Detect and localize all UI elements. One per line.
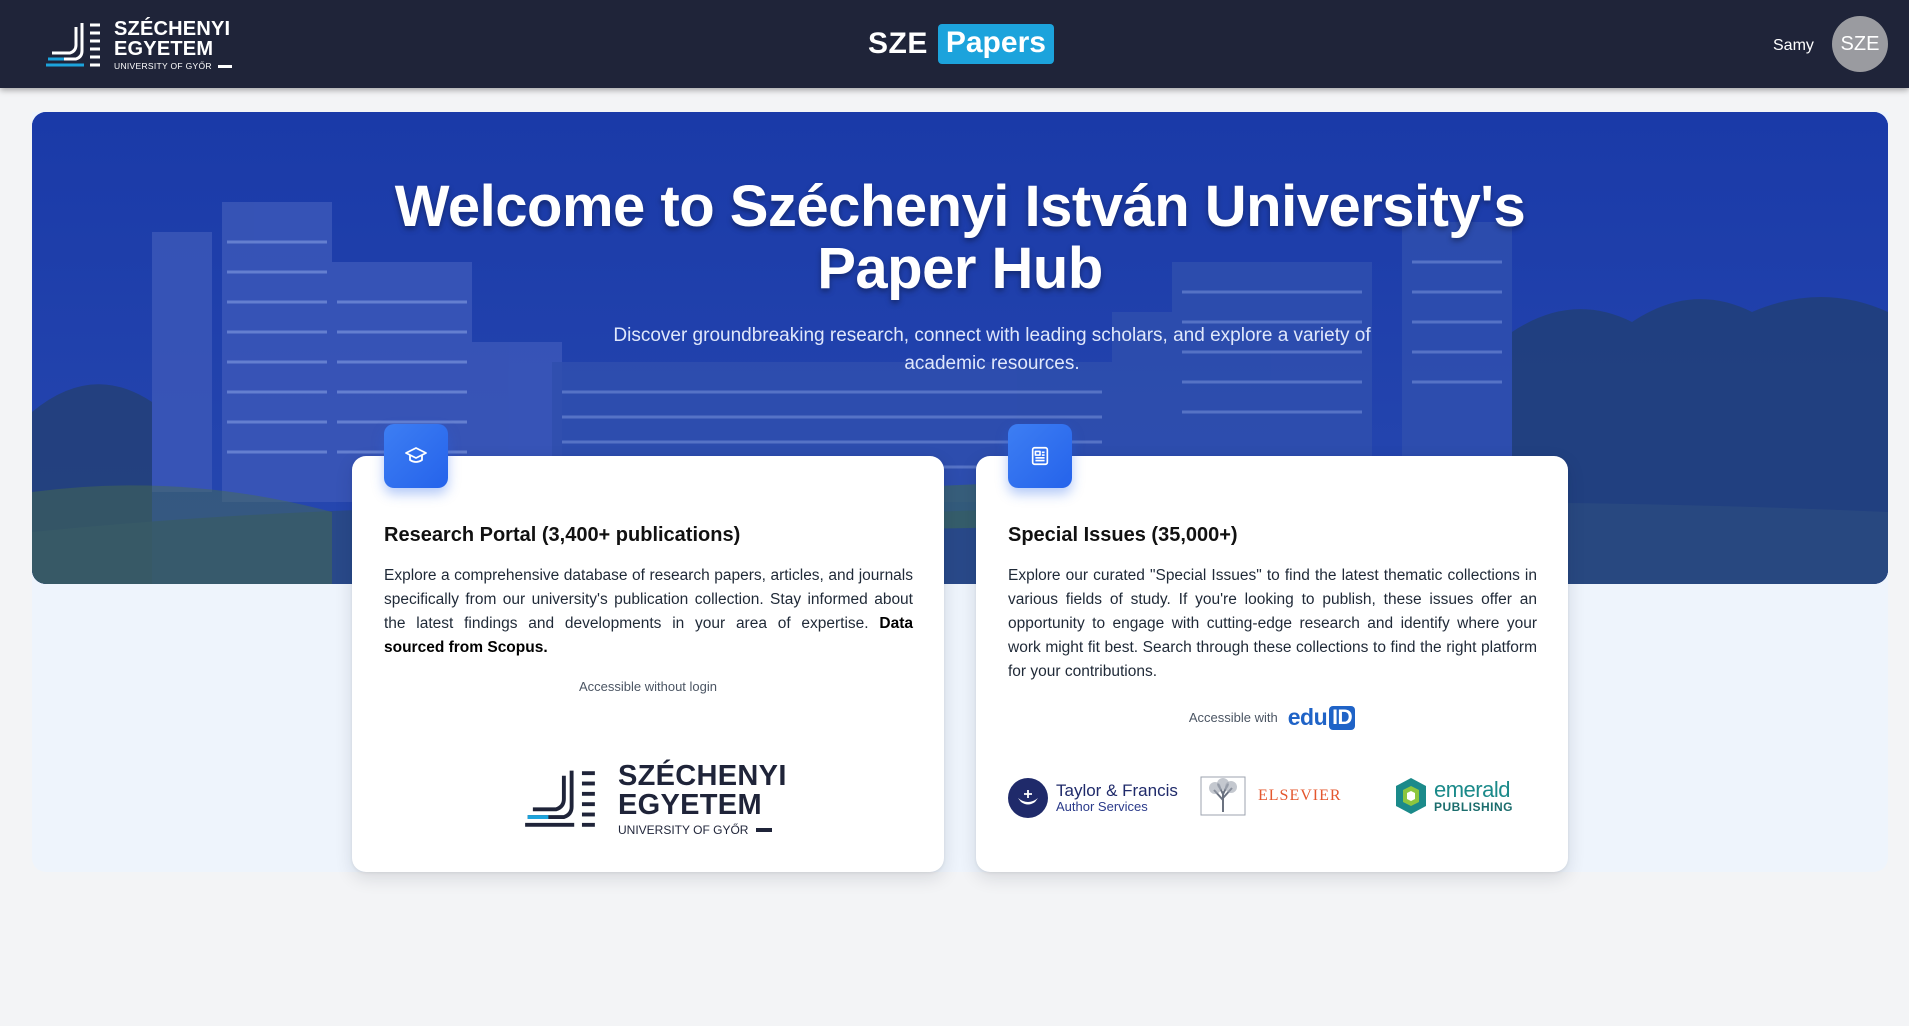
logo-line-3-text: UNIVERSITY OF GYŐR (618, 823, 749, 837)
brand-home-link[interactable]: SZE Papers (868, 23, 1054, 65)
university-logo-text: SZÉCHENYI EGYETEM UNIVERSITY OF GYŐR (114, 19, 232, 71)
publisher-name: ELSEVIER (1258, 787, 1342, 804)
hero-title: Welcome to Széchenyi István University's… (32, 176, 1888, 300)
hero-title-line-2: Paper Hub (817, 236, 1103, 301)
access-note: Accessible with edu ID (976, 704, 1568, 731)
logo-line-2: EGYETEM (618, 789, 762, 821)
user-avatar-button[interactable]: SZE (1832, 16, 1888, 72)
logo-line-1: SZÉCHENYI (618, 760, 787, 792)
university-logo-mark-icon (525, 770, 595, 827)
card-description: Explore a comprehensive database of rese… (384, 564, 913, 660)
university-logo-link[interactable]: SZÉCHENYI EGYETEM UNIVERSITY OF GYŐR (44, 19, 232, 71)
top-navbar: SZÉCHENYI EGYETEM UNIVERSITY OF GYŐR SZE… (0, 0, 1909, 88)
taylor-francis-emblem-icon (1008, 778, 1048, 818)
card-title: Research Portal (3,400+ publications) (384, 524, 741, 546)
brand-highlight: Papers (937, 23, 1054, 65)
taylor-francis-logo: Taylor & Francis Author Services (1008, 778, 1178, 818)
logo-line-2: EGYETEM (114, 38, 214, 61)
access-note: Accessible without login (578, 679, 718, 694)
publisher-logos: Taylor & Francis Author Services ELSEVIE… (1008, 776, 1540, 826)
university-logo-icon (46, 23, 100, 67)
emerald-emblem-icon (1396, 778, 1426, 814)
hero-subtitle: Discover groundbreaking research, connec… (613, 325, 1371, 374)
eduid-prefix: edu (1287, 704, 1328, 730)
newspaper-icon (1008, 424, 1072, 488)
card-description: Explore our curated "Special Issues" to … (1008, 567, 1537, 680)
user-name: Samy (1773, 37, 1814, 54)
eduid-logo: edu ID (1287, 704, 1356, 731)
access-note-text: Accessible with (1188, 710, 1278, 725)
elsevier-logo: ELSEVIER (1200, 776, 1342, 816)
university-logo-text: SZÉCHENYI EGYETEM UNIVERSITY OF GYŐR (618, 760, 787, 837)
logo-dash (756, 828, 773, 832)
publisher-subname: PUBLISHING (1434, 800, 1514, 814)
card-description-text: Explore a comprehensive database of rese… (384, 567, 913, 632)
emerald-logo: emerald PUBLISHING (1394, 776, 1513, 816)
university-logo: SZÉCHENYI EGYETEM UNIVERSITY OF GYŐR (522, 762, 787, 836)
card-title: Special Issues (35,000+) (1008, 524, 1238, 546)
publisher-name: emerald (1434, 777, 1510, 802)
hero-title-line-1: Welcome to Széchenyi István University's (394, 174, 1526, 239)
eduid-suffix: ID (1329, 705, 1356, 730)
elsevier-tree-icon (1200, 776, 1246, 816)
research-portal-card[interactable]: Research Portal (3,400+ publications) Ex… (352, 424, 944, 872)
graduation-cap-icon (384, 424, 448, 488)
hero-banner: Welcome to Széchenyi István University's… (32, 112, 1888, 584)
publisher-name: Taylor & Francis (1056, 780, 1178, 800)
publisher-subname: Author Services (1056, 799, 1148, 815)
logo-line-3: UNIVERSITY OF GYŐR (618, 824, 787, 836)
brand-prefix: SZE (868, 27, 928, 60)
special-issues-card[interactable]: Special Issues (35,000+) Explore our cur… (976, 424, 1568, 872)
logo-line-1: SZÉCHENYI (114, 18, 231, 41)
logo-dash (217, 65, 232, 68)
logo-line-3: UNIVERSITY OF GYŐR (114, 62, 232, 71)
logo-line-3-text: UNIVERSITY OF GYŐR (114, 61, 212, 72)
